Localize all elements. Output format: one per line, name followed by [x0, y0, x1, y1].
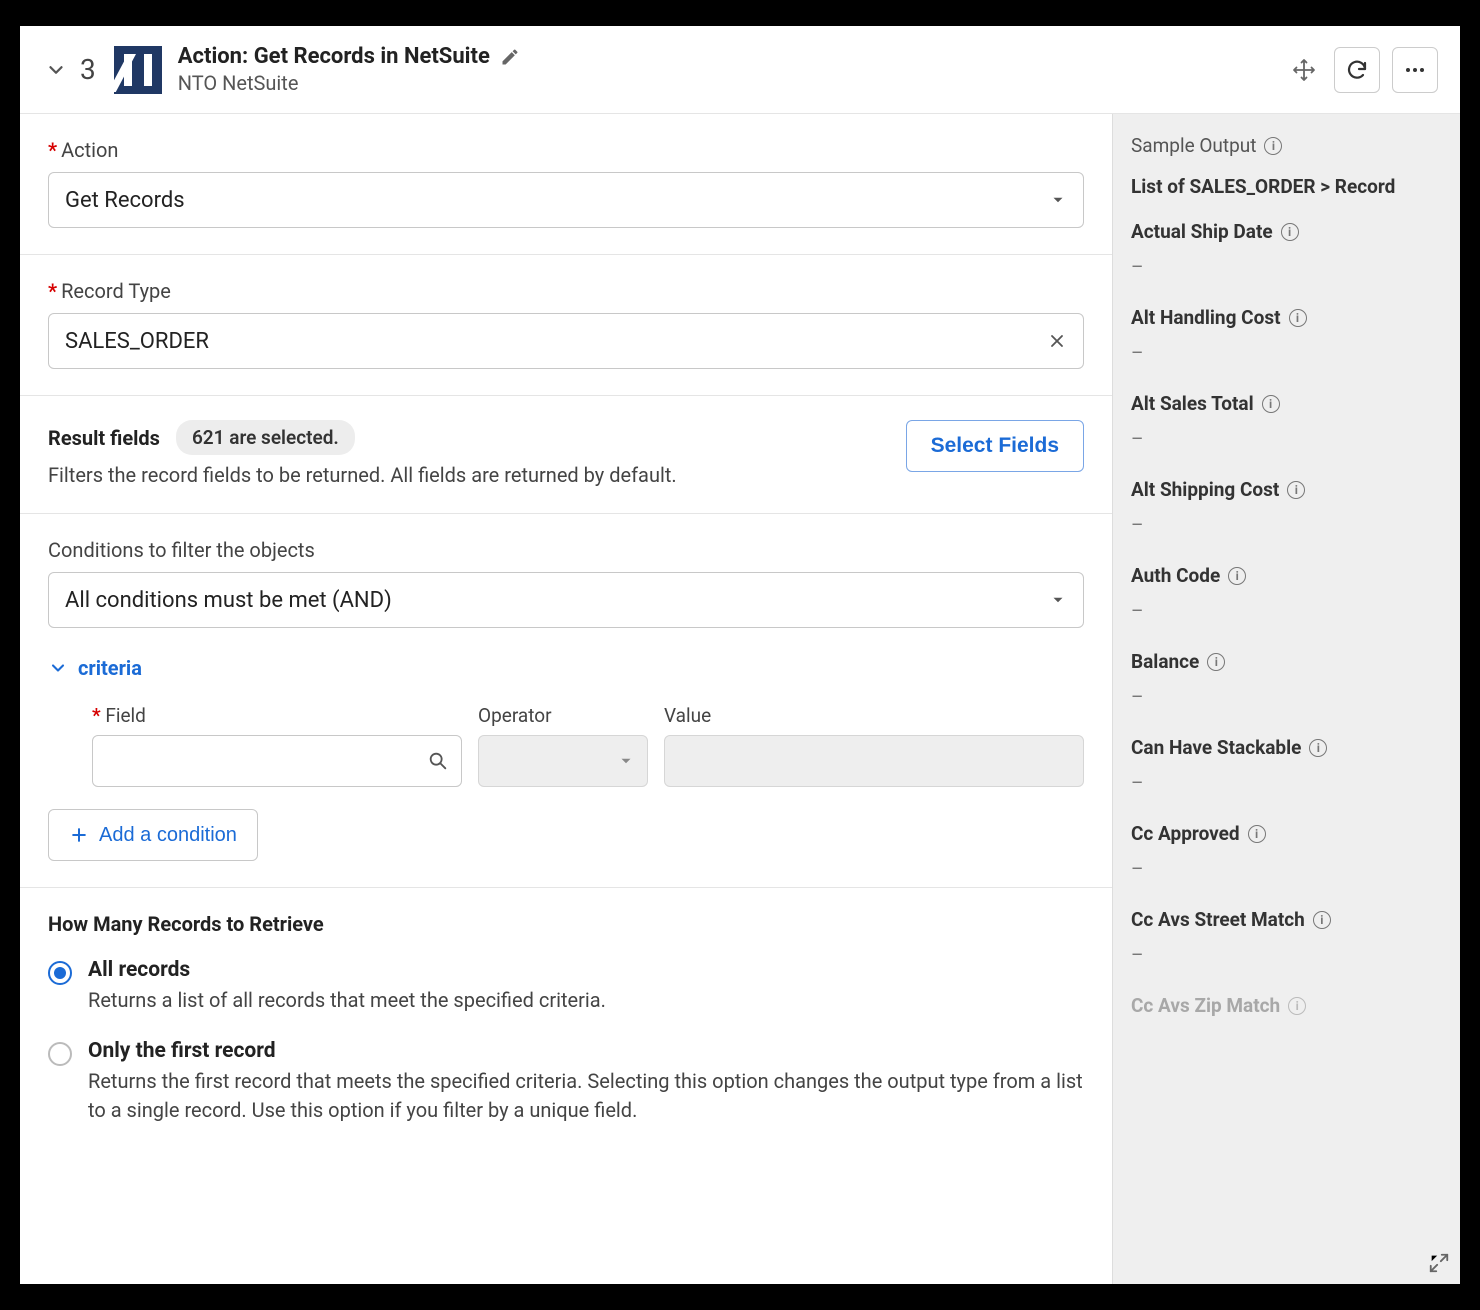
result-fields-section: Result fields 621 are selected. Filters … [20, 396, 1112, 514]
info-icon[interactable]: i [1262, 395, 1280, 413]
radio-all-records[interactable] [48, 961, 72, 985]
record-type-input[interactable]: SALES_ORDER [48, 313, 1084, 369]
select-fields-button[interactable]: Select Fields [906, 420, 1084, 472]
criteria-row: * Field Operator [92, 704, 1084, 787]
criteria-value-input[interactable] [664, 735, 1084, 787]
refresh-icon [1345, 58, 1369, 82]
info-icon[interactable]: i [1309, 739, 1327, 757]
move-icon [1292, 58, 1316, 82]
retrieve-option-all: All records Returns a list of all record… [48, 958, 1084, 1015]
conditions-select[interactable]: All conditions must be met (AND) [48, 572, 1084, 628]
sample-output-path: List of SALES_ORDER > Record [1131, 175, 1442, 198]
action-label: *Action [48, 138, 1084, 162]
move-handle[interactable] [1286, 52, 1322, 88]
ellipsis-icon [1403, 58, 1427, 82]
action-config-panel: 3 Action: Get Records in NetSuite NTO Ne… [20, 26, 1460, 1284]
panel-header: 3 Action: Get Records in NetSuite NTO Ne… [20, 26, 1460, 114]
chevron-down-icon [45, 59, 67, 81]
action-value: Get Records [65, 188, 185, 213]
retrieve-opt1-title: All records [88, 958, 606, 982]
criteria-field-input[interactable] [92, 735, 462, 787]
panel-subtitle: NTO NetSuite [178, 71, 520, 95]
resize-icon [1428, 1252, 1450, 1274]
result-fields-desc: Filters the record fields to be returned… [48, 463, 886, 487]
sample-output-item: Actual Ship Datei – [1131, 220, 1442, 278]
record-type-label: *Record Type [48, 279, 1084, 303]
sample-output-sidebar: Sample Output i List of SALES_ORDER > Re… [1112, 114, 1460, 1284]
netsuite-logo [114, 46, 162, 94]
criteria-operator-label: Operator [478, 704, 648, 727]
result-fields-count-pill: 621 are selected. [176, 420, 355, 455]
sample-output-item: Alt Handling Costi – [1131, 306, 1442, 364]
action-section: *Action Get Records [20, 114, 1112, 255]
info-icon[interactable]: i [1287, 481, 1305, 499]
collapse-toggle[interactable] [42, 56, 70, 84]
main-form: *Action Get Records *Record Type SALES_O… [20, 114, 1112, 1284]
info-icon[interactable]: i [1281, 223, 1299, 241]
info-icon[interactable]: i [1248, 825, 1266, 843]
conditions-label: Conditions to filter the objects [48, 538, 1084, 562]
info-icon[interactable]: i [1313, 911, 1331, 929]
sample-output-item: Alt Sales Totali – [1131, 392, 1442, 450]
sample-output-title: Sample Output i [1131, 134, 1442, 157]
sample-output-item: Balancei – [1131, 650, 1442, 708]
criteria-operator-select[interactable] [478, 735, 648, 787]
chevron-down-icon [48, 658, 68, 678]
retrieve-option-first: Only the first record Returns the first … [48, 1039, 1084, 1125]
caret-down-icon [1049, 191, 1067, 209]
radio-first-record[interactable] [48, 1042, 72, 1066]
caret-down-icon [1049, 591, 1067, 609]
search-icon [427, 750, 449, 772]
criteria-toggle[interactable]: criteria [48, 656, 1084, 680]
clear-record-type-button[interactable] [1047, 331, 1067, 351]
criteria-value-label: Value [664, 704, 1084, 727]
result-fields-title: Result fields [48, 426, 160, 450]
retrieve-title: How Many Records to Retrieve [48, 912, 1084, 936]
add-condition-button[interactable]: Add a condition [48, 809, 258, 861]
criteria-title: criteria [78, 656, 142, 680]
pencil-icon [500, 47, 520, 67]
sample-output-item: Cc Approvedi – [1131, 822, 1442, 880]
resize-handle[interactable] [1428, 1252, 1450, 1274]
panel-title: Action: Get Records in NetSuite [178, 44, 490, 69]
plus-icon [69, 825, 89, 845]
info-icon[interactable]: i [1288, 997, 1306, 1015]
record-type-value: SALES_ORDER [65, 329, 209, 354]
sample-output-item: Auth Codei – [1131, 564, 1442, 622]
edit-title-button[interactable] [500, 47, 520, 67]
retrieve-opt2-title: Only the first record [88, 1039, 1084, 1063]
more-menu-button[interactable] [1392, 47, 1438, 93]
action-select[interactable]: Get Records [48, 172, 1084, 228]
sample-output-item: Can Have Stackablei – [1131, 736, 1442, 794]
retrieve-section: How Many Records to Retrieve All records… [20, 888, 1112, 1175]
record-type-section: *Record Type SALES_ORDER [20, 255, 1112, 396]
retrieve-opt2-desc: Returns the first record that meets the … [88, 1067, 1084, 1125]
criteria-field-label: * Field [92, 704, 462, 727]
conditions-section: Conditions to filter the objects All con… [20, 514, 1112, 888]
refresh-button[interactable] [1334, 47, 1380, 93]
step-number: 3 [80, 53, 96, 86]
info-icon[interactable]: i [1289, 309, 1307, 327]
retrieve-opt1-desc: Returns a list of all records that meet … [88, 986, 606, 1015]
sample-output-item: Cc Avs Street Matchi – [1131, 908, 1442, 966]
info-icon[interactable]: i [1264, 137, 1282, 155]
close-icon [1047, 331, 1067, 351]
info-icon[interactable]: i [1228, 567, 1246, 585]
info-icon[interactable]: i [1207, 653, 1225, 671]
sample-output-item: Cc Avs Zip Matchi [1131, 994, 1442, 1017]
sample-output-item: Alt Shipping Costi – [1131, 478, 1442, 536]
conditions-value: All conditions must be met (AND) [65, 588, 392, 613]
caret-down-icon [617, 752, 635, 770]
